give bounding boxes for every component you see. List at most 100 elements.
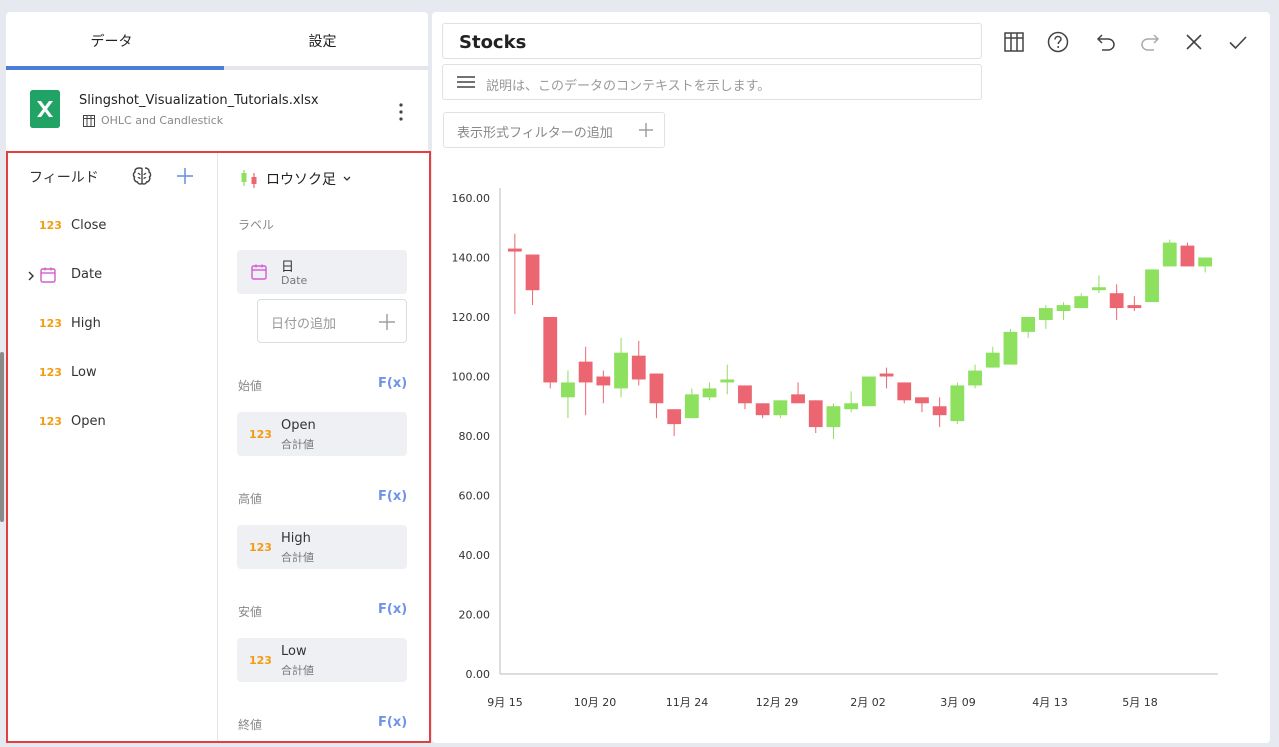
close-section-title: 終値 [238,718,263,732]
label-date-pill[interactable]: 日 Date [237,250,407,294]
x-tick-label: 4月 13 [1032,696,1068,709]
y-tick-label: 160.00 [452,192,491,205]
add-date-button[interactable]: 日付の追加 [257,299,407,343]
tab-settings[interactable]: 設定 [217,12,428,70]
tab-indicator [6,66,224,70]
x-tick-label: 3月 09 [940,696,976,709]
candle-up [1162,242,1177,267]
add-field-icon[interactable] [175,166,195,186]
chevron-down-icon [343,176,351,181]
y-tick-label: 120.00 [452,311,491,324]
pill-title: 日 [281,260,295,275]
field-item-high[interactable]: 123 High [8,306,217,346]
add-date-label: 日付の追加 [271,317,337,332]
candle-up [985,352,1000,368]
open-formula-button[interactable]: F(x) [378,376,407,391]
low-section-title: 安値 [238,605,263,619]
label-section-title: ラベル [238,218,275,232]
plus-icon [379,314,395,330]
datasource-row[interactable]: Slingshot_Visualization_Tutorials.xlsx O… [6,82,428,144]
visualization-config: ロウソク足 ラベル 日 Date 日付の追加 始値 F(x) 123 Open … [218,153,429,741]
high-formula-button[interactable]: F(x) [378,489,407,504]
chevron-right-icon[interactable] [26,269,36,283]
field-label: High [71,316,101,331]
number-type-icon: 123 [249,654,272,667]
x-tick-label: 12月 29 [756,696,799,709]
field-item-close[interactable]: 123 Close [8,208,217,248]
candle-down [596,376,611,386]
number-type-icon: 123 [249,428,272,441]
candlestick-icon [241,170,257,188]
candle-up [614,352,628,389]
candle-down [649,373,664,404]
candle-up [1074,296,1089,309]
field-item-low[interactable]: 123 Low [8,355,217,395]
pill-subtitle: 合計値 [281,551,314,564]
field-label: Low [71,365,97,380]
number-type-icon: 123 [39,317,62,330]
x-tick-label: 9月 15 [487,696,523,709]
field-item-date[interactable]: Date [8,257,217,297]
candle-down [543,317,558,383]
candle-down [1109,293,1124,309]
field-item-open[interactable]: 123 Open [8,404,217,444]
y-tick-label: 80.00 [459,430,491,443]
table-icon [83,114,95,127]
candle-down [631,355,646,380]
number-type-icon: 123 [39,219,62,232]
more-options-icon[interactable] [395,100,407,124]
x-tick-label: 5月 18 [1122,696,1158,709]
candle-up [861,376,876,407]
candle-down [525,254,540,291]
candle-up [561,382,575,398]
candle-up [1092,287,1106,291]
candle-down [808,400,823,428]
y-tick-label: 100.00 [452,371,491,384]
open-field-pill[interactable]: 123 Open 合計値 [237,412,407,456]
pill-title: Low [281,644,307,659]
field-label: Open [71,414,106,429]
high-field-pill[interactable]: 123 High 合計値 [237,525,407,569]
viz-type-selector[interactable]: ロウソク足 [238,167,352,191]
candle-down [791,394,805,404]
candle-up [950,385,965,422]
x-tick-label: 11月 24 [666,696,709,709]
candle-down [915,397,929,404]
low-field-pill[interactable]: 123 Low 合計値 [237,638,407,682]
brain-icon[interactable] [131,165,153,187]
datasource-file-name: Slingshot_Visualization_Tutorials.xlsx [79,93,319,108]
candle-down [507,248,522,252]
candle-down [932,406,947,416]
candle-down [1127,305,1142,309]
candle-up [773,400,788,416]
field-label: Date [71,267,103,282]
y-tick-label: 20.00 [459,609,491,622]
number-type-icon: 123 [39,366,62,379]
tab-data[interactable]: データ [6,12,217,70]
candle-up [702,388,717,398]
number-type-icon: 123 [39,415,62,428]
number-type-icon: 123 [249,541,272,554]
calendar-icon [251,264,267,280]
tab-bar: データ 設定 [6,12,428,70]
candle-up [1021,317,1036,332]
excel-file-icon [30,90,60,128]
candle-up [720,379,735,383]
candle-down [879,373,894,377]
close-formula-button[interactable]: F(x) [378,715,407,730]
y-tick-label: 60.00 [459,490,491,503]
y-tick-label: 0.00 [466,668,491,681]
x-tick-label: 2月 02 [850,696,886,709]
pill-subtitle: 合計値 [281,438,314,451]
pill-subtitle: Date [281,274,308,287]
chart-canvas: 0.00 20.00 40.00 60.00 80.00 100.00 120.00 140.… [452,188,1218,709]
candle-up [1056,305,1071,312]
low-formula-button[interactable]: F(x) [378,602,407,617]
candle-down [755,403,770,416]
datasource-sheet: OHLC and Candlestick [83,114,223,127]
y-tick-label: 40.00 [459,549,491,562]
calendar-icon [40,267,56,283]
panel-scrollbar[interactable] [0,352,4,522]
viz-type-label: ロウソク足 [266,172,336,188]
pill-title: High [281,531,311,546]
